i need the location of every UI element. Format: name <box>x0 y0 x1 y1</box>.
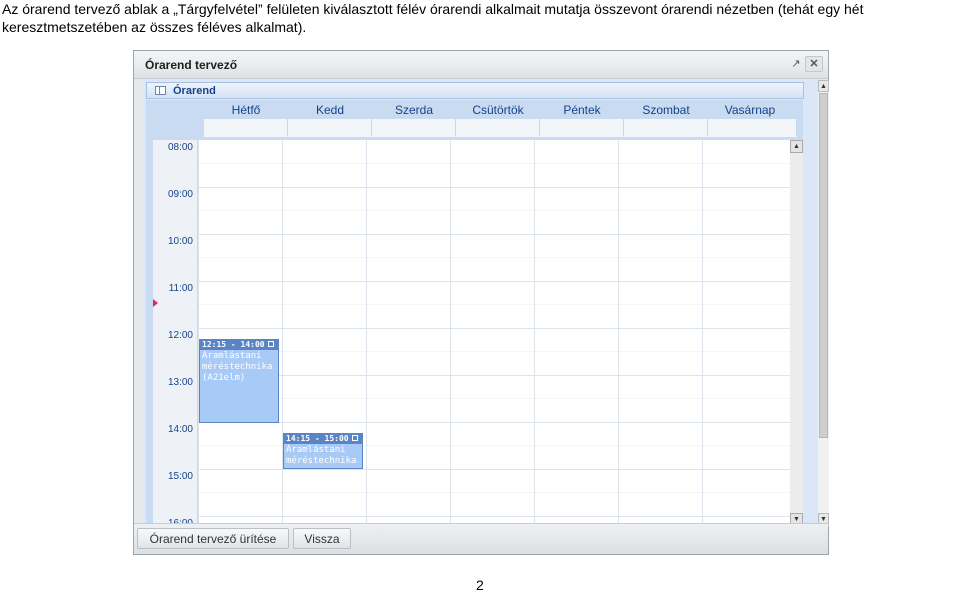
day-header-friday: Péntek <box>563 103 601 117</box>
day-column-friday[interactable] <box>534 140 618 526</box>
window-content: Órarend Hétfő Kedd Szerda Csütörtök Pént… <box>144 80 829 526</box>
all-day-cell[interactable] <box>708 119 797 136</box>
scroll-up-icon[interactable]: ▲ <box>790 140 803 153</box>
panel-title: Órarend <box>173 85 216 97</box>
all-day-cell[interactable] <box>624 119 708 136</box>
window-footer: Órarend tervező ürítése Vissza <box>134 523 828 554</box>
window-titlebar[interactable]: Órarend tervező ↗ ✕ <box>134 51 828 79</box>
event-body: Áramlástani méréstechnika <box>284 444 362 468</box>
event-body: Áramlástani méréstechnika (A21elm) <box>200 350 278 385</box>
event-time-label: 14:15 - 15:00 <box>286 434 349 443</box>
time-label: 12:00 <box>167 330 193 341</box>
caption-line-2: keresztmetszetében az összes féléves alk… <box>2 19 307 35</box>
day-column-saturday[interactable] <box>618 140 702 526</box>
day-header-tuesday: Kedd <box>315 103 345 117</box>
close-icon[interactable]: ✕ <box>805 56 823 72</box>
day-column-wednesday[interactable] <box>366 140 450 526</box>
day-header-wednesday: Szerda <box>394 103 434 117</box>
time-column: 08:00 09:00 10:00 11:00 12:00 13:00 14:0… <box>153 140 198 526</box>
current-time-marker <box>153 299 158 307</box>
caption-line-1: Az órarend tervező ablak a „Tárgyfelvéte… <box>2 1 864 17</box>
clear-planner-button[interactable]: Órarend tervező ürítése <box>137 528 289 549</box>
time-label: 09:00 <box>167 189 193 200</box>
day-column-monday[interactable] <box>198 140 282 526</box>
day-header-thursday: Csütörtök <box>472 103 524 117</box>
event-title: Áramlástani <box>286 445 346 455</box>
event-time: 12:15 - 14:00 <box>200 340 278 350</box>
day-column-sunday[interactable] <box>702 140 796 526</box>
all-day-row <box>204 119 797 137</box>
day-column-thursday[interactable] <box>450 140 534 526</box>
window-scroll-up-icon[interactable]: ▲ <box>818 80 829 92</box>
event-details-icon[interactable] <box>352 435 358 441</box>
calendar-scrollbar[interactable]: ▲ ▼ <box>790 140 803 526</box>
time-label: 13:00 <box>167 377 193 388</box>
caption: Az órarend tervező ablak a „Tárgyfelvéte… <box>2 0 957 36</box>
event-time: 14:15 - 15:00 <box>284 434 362 444</box>
back-button[interactable]: Vissza <box>293 528 351 549</box>
event-time-label: 12:15 - 14:00 <box>202 340 265 349</box>
timetable-planner-window: Órarend tervező ↗ ✕ Órarend Hétfő Kedd S… <box>133 50 829 555</box>
time-label: 08:00 <box>167 142 193 153</box>
event-title: Áramlástani <box>202 351 262 361</box>
calendar-event[interactable]: 12:15 - 14:00 Áramlástani méréstechnika … <box>199 339 279 423</box>
all-day-cell[interactable] <box>540 119 624 136</box>
window-title: Órarend tervező <box>145 58 238 72</box>
event-location: (A21elm) <box>202 373 246 383</box>
calendar-icon <box>155 86 166 95</box>
calendar-body: 08:00 09:00 10:00 11:00 12:00 13:00 14:0… <box>153 140 796 526</box>
day-header-monday: Hétfő <box>231 103 261 117</box>
all-day-cell[interactable] <box>372 119 456 136</box>
all-day-cell[interactable] <box>204 119 288 136</box>
window-scroll-thumb[interactable] <box>819 93 828 438</box>
timetable-panel-header: Órarend <box>146 82 804 99</box>
event-title: méréstechnika <box>202 362 273 372</box>
calendar: Hétfő Kedd Szerda Csütörtök Péntek Szomb… <box>146 100 803 526</box>
time-label: 11:00 <box>168 283 193 294</box>
all-day-cell[interactable] <box>288 119 372 136</box>
event-title: méréstechnika <box>286 456 357 466</box>
time-label: 14:00 <box>167 424 193 435</box>
page-number: 2 <box>476 577 484 593</box>
time-label: 10:00 <box>167 236 193 247</box>
popout-icon[interactable]: ↗ <box>788 57 804 71</box>
time-label: 15:00 <box>167 471 193 482</box>
day-header-saturday: Szombat <box>642 103 690 117</box>
day-header-row: Hétfő Kedd Szerda Csütörtök Péntek Szomb… <box>146 100 798 119</box>
event-details-icon[interactable] <box>268 341 274 347</box>
window-scrollbar[interactable]: ▲ ▼ <box>818 80 829 525</box>
day-header-sunday: Vasárnap <box>724 103 776 117</box>
all-day-cell[interactable] <box>456 119 540 136</box>
calendar-event[interactable]: 14:15 - 15:00 Áramlástani méréstechnika <box>283 433 363 469</box>
